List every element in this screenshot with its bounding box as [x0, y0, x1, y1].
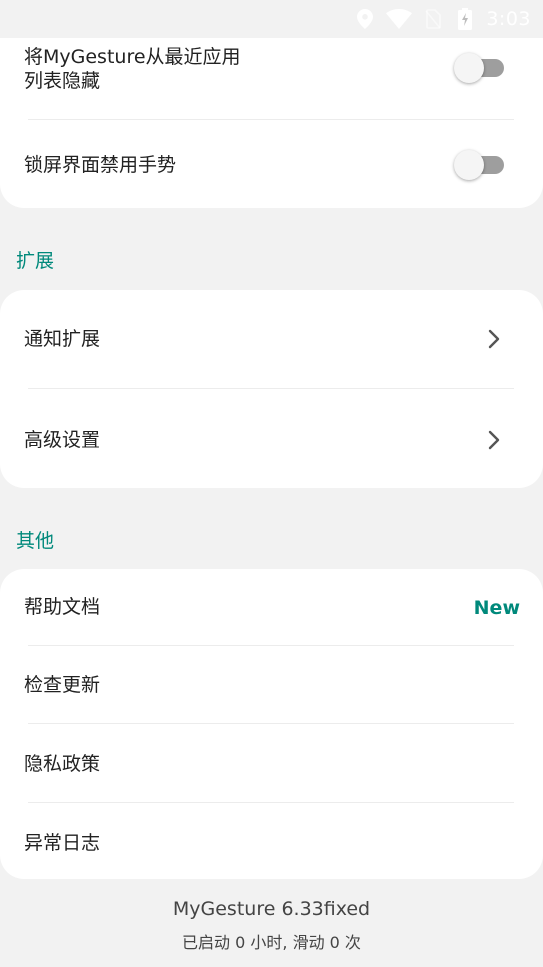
chevron-right-icon — [488, 430, 500, 450]
hide-from-recents-toggle[interactable] — [454, 53, 508, 83]
divider — [28, 119, 514, 120]
privacy-policy-label: 隐私政策 — [24, 753, 101, 775]
divider — [28, 388, 514, 389]
error-log-label: 异常日志 — [24, 832, 101, 854]
error-log-row[interactable]: 异常日志 — [0, 820, 543, 866]
divider — [28, 645, 514, 646]
battery-charging-icon — [454, 8, 476, 30]
toggle-thumb — [454, 53, 484, 83]
help-docs-label: 帮助文档 — [24, 596, 101, 618]
notification-extension-label: 通知扩展 — [24, 328, 101, 350]
app-version: MyGesture 6.33fixed — [172, 898, 371, 920]
wifi-icon — [386, 8, 413, 30]
status-time: 3:03 — [486, 8, 531, 30]
notification-extension-row[interactable]: 通知扩展 — [0, 310, 543, 368]
advanced-settings-row[interactable]: 高级设置 — [0, 411, 543, 469]
no-sim-icon — [422, 8, 444, 30]
usage-stats: 已启动 0 小时, 滑动 0 次 — [182, 933, 361, 952]
advanced-settings-label: 高级设置 — [24, 429, 101, 451]
check-update-row[interactable]: 检查更新 — [0, 662, 543, 708]
disable-on-lockscreen-label: 锁屏界面禁用手势 — [24, 154, 177, 176]
location-icon — [354, 8, 376, 30]
section-header-other: 其他 — [16, 530, 55, 552]
divider — [28, 802, 514, 803]
section-header-extend: 扩展 — [16, 250, 55, 272]
disable-on-lockscreen-toggle[interactable] — [454, 150, 508, 180]
status-bar: 3:03 — [0, 0, 543, 38]
divider — [28, 723, 514, 724]
new-badge: New — [473, 597, 520, 619]
hide-from-recents-label: 将MyGesture从最近应用 列表隐藏 — [24, 46, 241, 92]
chevron-right-icon — [488, 329, 500, 349]
check-update-label: 检查更新 — [24, 674, 101, 696]
toggle-thumb — [454, 150, 484, 180]
help-docs-row[interactable]: 帮助文档 — [0, 584, 543, 630]
privacy-policy-row[interactable]: 隐私政策 — [0, 741, 543, 787]
